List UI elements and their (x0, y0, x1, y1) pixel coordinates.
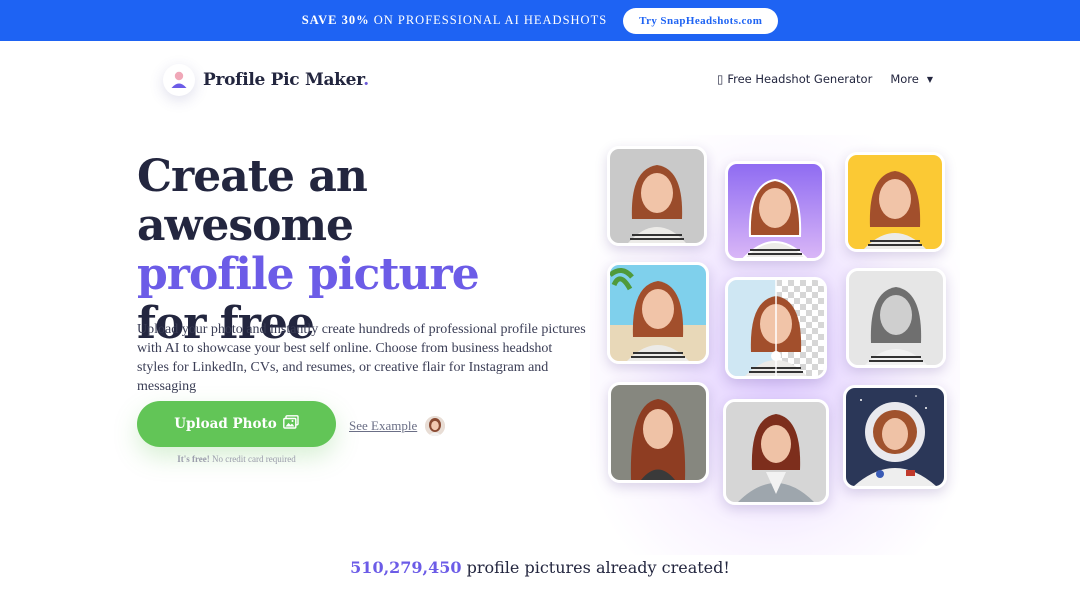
hero-description: Upload your photo and instantly create h… (137, 322, 586, 394)
portrait-tile-purple (725, 161, 825, 261)
portrait-image (611, 385, 706, 480)
promo-bold: SAVE 30% (301, 13, 370, 27)
headline-line-2: profile picture (137, 249, 480, 300)
portrait-image (610, 149, 704, 243)
logo-name: Profile Pic Maker (203, 70, 364, 90)
see-example-label: See Example (349, 418, 418, 433)
logo[interactable]: Profile Pic Maker. (163, 64, 369, 96)
portrait-tile-beach (607, 262, 709, 364)
upload-photo-label: Upload Photo (174, 416, 277, 432)
image-icon (282, 415, 299, 433)
logo-text: Profile Pic Maker. (203, 70, 369, 90)
top-nav: ▯ Free Headshot Generator More ▼ (717, 72, 933, 86)
nav-free-headshot-generator[interactable]: ▯ Free Headshot Generator (717, 72, 872, 86)
headline-line-1: Create an awesome (137, 151, 368, 251)
portrait-image (726, 402, 826, 502)
logo-icon (163, 64, 195, 96)
portrait-tile-business (723, 399, 829, 505)
hero-headline: Create an awesome profile picture for fr… (137, 152, 587, 348)
nav-more[interactable]: More ▼ (890, 72, 933, 86)
portrait-image (728, 280, 824, 376)
free-note: It's free! No credit card required (137, 454, 336, 464)
created-counter: 510,279,450 profile pictures already cre… (0, 558, 1080, 577)
nav-generator-label: Free Headshot Generator (727, 72, 873, 86)
caret-down-icon: ▼ (926, 74, 933, 84)
logo-dot: . (363, 70, 369, 90)
portrait-tile-gray (607, 146, 707, 246)
nav-more-label: More (890, 72, 919, 86)
example-avatar (425, 416, 446, 436)
promo-text: SAVE 30% ON PROFESSIONAL AI HEADSHOTS (302, 13, 607, 28)
nav-generator-icon: ▯ (716, 72, 724, 86)
promo-rest: ON PROFESSIONAL AI HEADSHOTS (373, 13, 608, 27)
portrait-image (849, 271, 943, 365)
upload-photo-button[interactable]: Upload Photo (137, 401, 336, 447)
portrait-tile-astronaut (843, 385, 947, 489)
promo-banner: SAVE 30% ON PROFESSIONAL AI HEADSHOTS Tr… (0, 0, 1080, 41)
portrait-tile-studio (608, 382, 709, 483)
portrait-image (728, 164, 822, 258)
portrait-tile-yellow (845, 152, 945, 252)
portrait-image (610, 265, 706, 361)
free-note-bold: It's free! (177, 454, 210, 464)
free-note-text: No credit card required (209, 454, 296, 464)
portrait-tile-bw (846, 268, 946, 368)
portrait-image (846, 388, 944, 486)
portrait-tile-transparent-compare (725, 277, 827, 379)
counter-text: profile pictures already created! (461, 558, 730, 577)
counter-number: 510,279,450 (350, 558, 462, 577)
portrait-image (848, 155, 942, 249)
see-example-link[interactable]: See Example (349, 416, 446, 436)
try-snapheadshots-button[interactable]: Try SnapHeadshots.com (623, 7, 779, 34)
